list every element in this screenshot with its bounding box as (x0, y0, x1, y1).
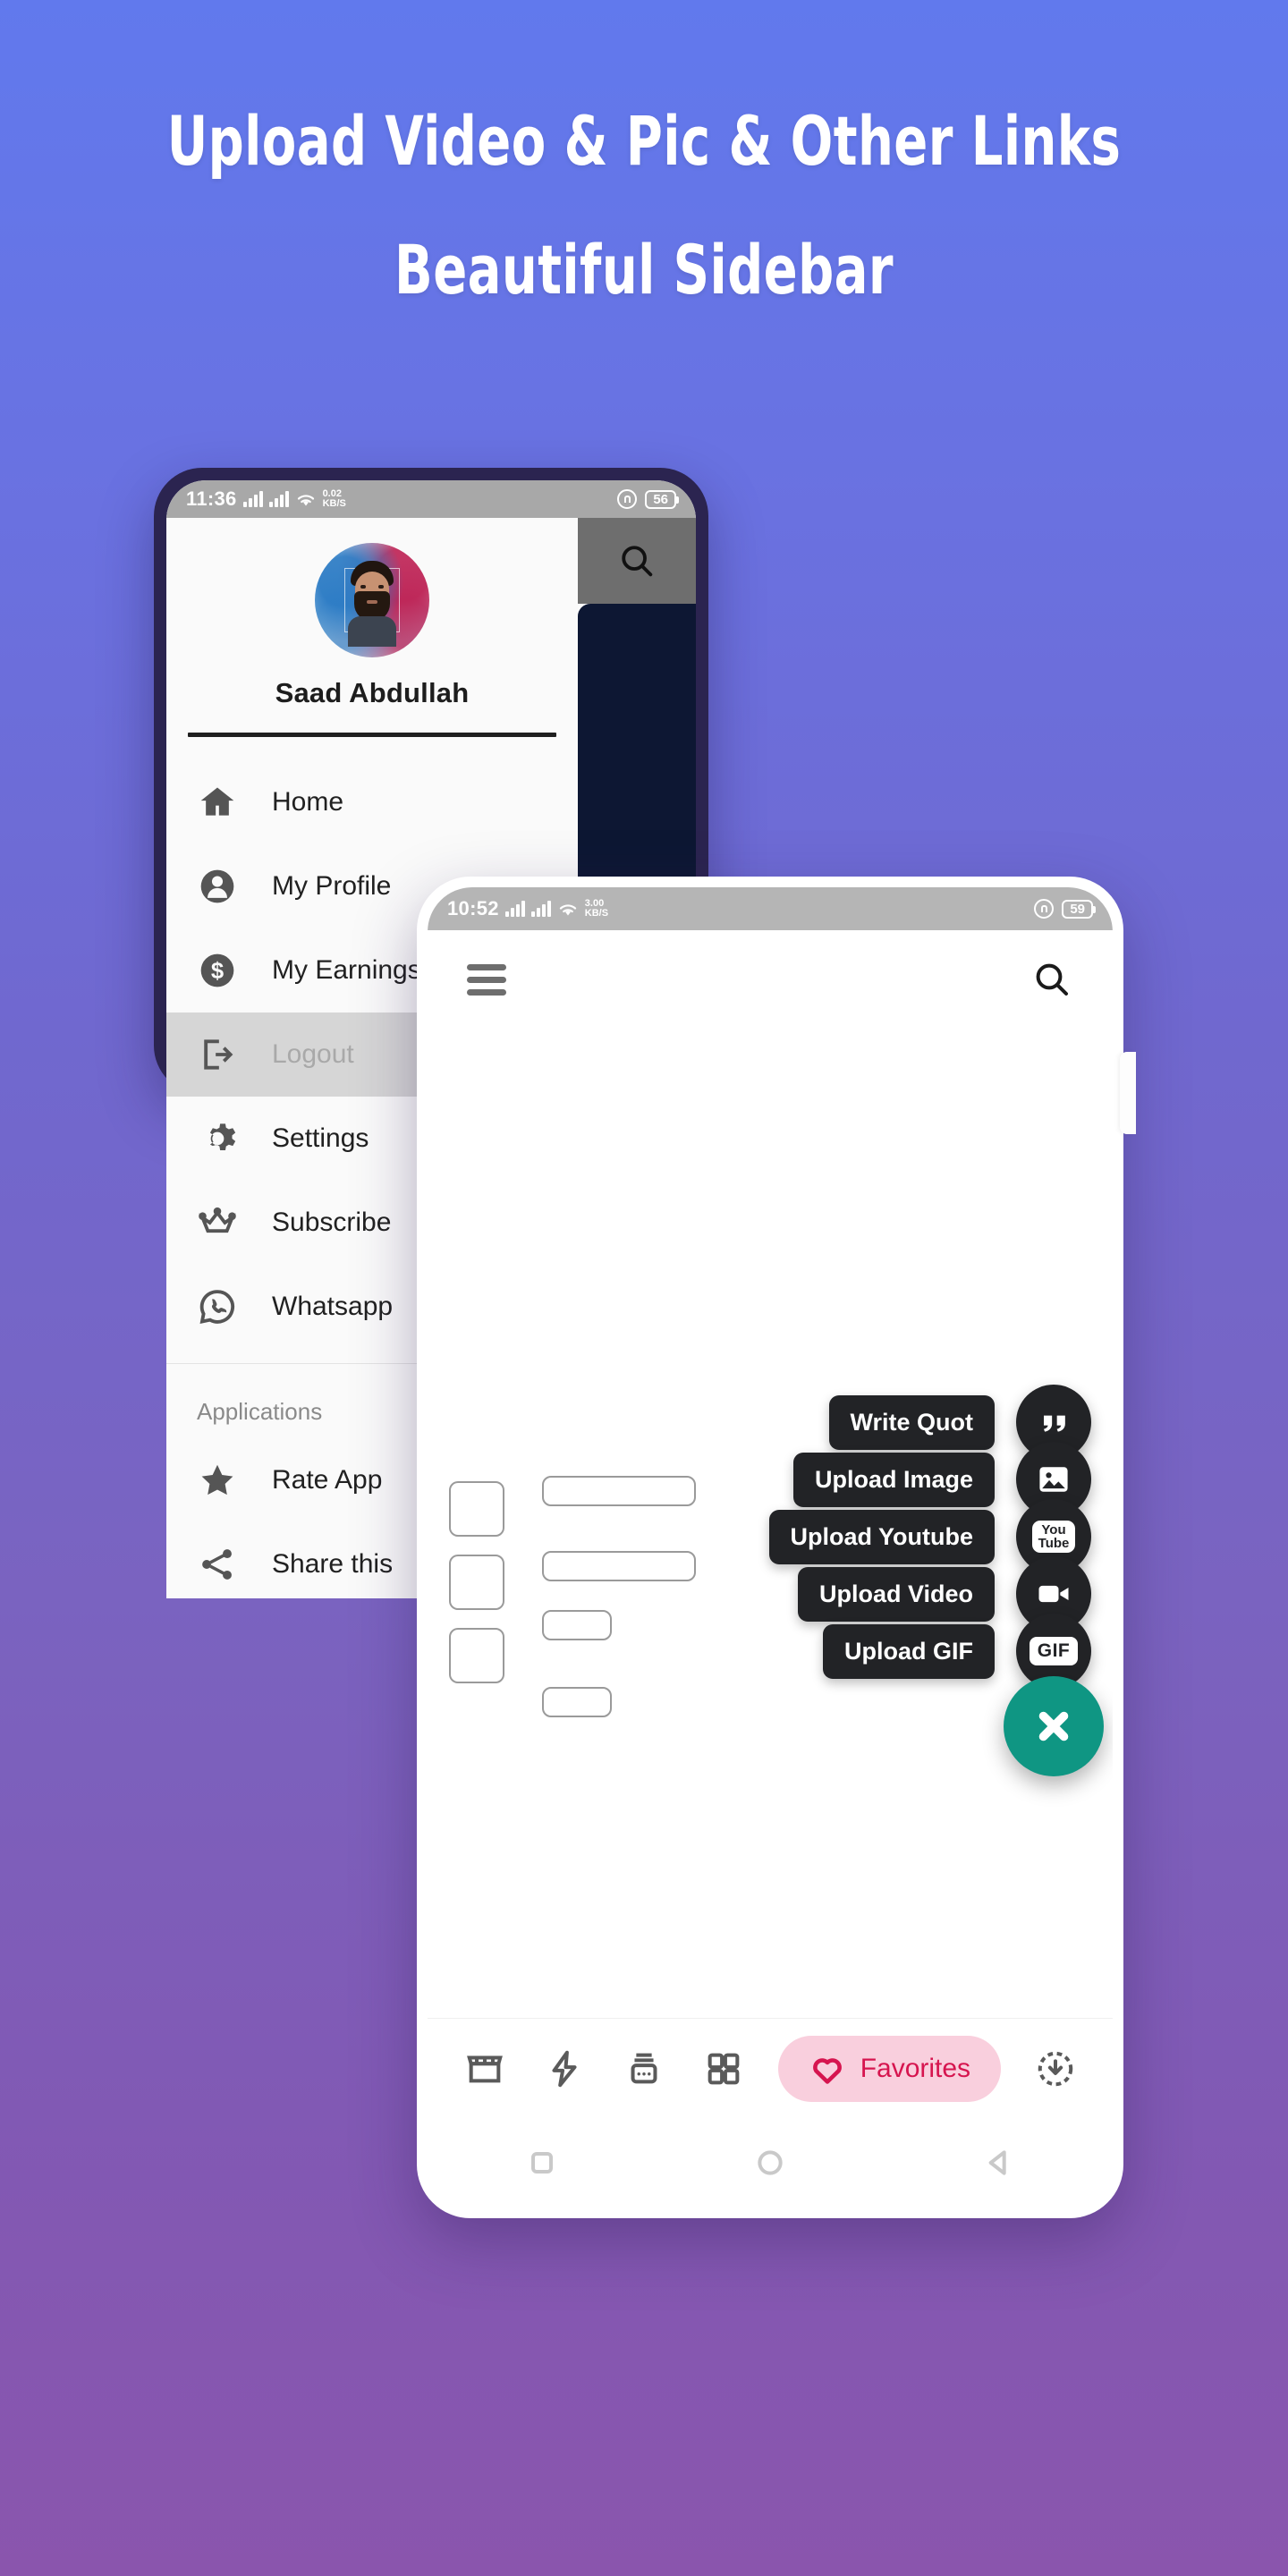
logout-icon (197, 1034, 238, 1075)
headline-line-1: Upload Video & Pic & Other Links (166, 101, 1122, 181)
phone1-search-bar[interactable] (578, 518, 696, 604)
bottom-nav-store[interactable] (460, 2044, 510, 2094)
crown-icon (197, 1202, 238, 1243)
search-icon (622, 546, 653, 577)
sidebar-item-label: Rate App (272, 1465, 383, 1495)
battery-level: 59 (1062, 899, 1096, 919)
phone-mockup-upload-menu: 10:52 3.00 KB/S 59 Write Quot Upload Ima… (417, 877, 1136, 2218)
fab-action-label: Upload GIF (823, 1623, 995, 1679)
circle-icon[interactable] (752, 2145, 788, 2181)
home-icon (197, 782, 238, 823)
status-time: 11:36 (186, 487, 237, 510)
bottom-nav-grid[interactable] (699, 2044, 749, 2094)
sidebar-item-label: My Earnings (272, 955, 421, 985)
signal-bars-icon-2 (530, 901, 551, 917)
app-bar (428, 930, 1113, 1029)
network-speed-unit: KB/S (584, 908, 609, 919)
svg-text:$: $ (211, 959, 224, 984)
skeleton-thumbnail (449, 1555, 504, 1610)
drawer-profile-header: Saad Abdullah (166, 518, 578, 737)
sidebar-item-label: Logout (272, 1039, 354, 1069)
skeleton-line (542, 1551, 696, 1581)
profile-name: Saad Abdullah (275, 677, 470, 708)
skeleton-line (542, 1476, 696, 1506)
gear-icon (197, 1118, 238, 1159)
scroll-handle[interactable] (1120, 1052, 1136, 1134)
skeleton-line (542, 1610, 612, 1640)
wifi-icon (297, 495, 314, 506)
download-circle-icon (1038, 2051, 1073, 2086)
sidebar-item-label: Home (272, 787, 344, 817)
whatsapp-icon (197, 1286, 238, 1327)
bottom-nav-downloads[interactable] (1030, 2044, 1080, 2094)
sidebar-item-home[interactable]: Home (166, 760, 578, 844)
grid-icon (708, 2053, 740, 2084)
headline-line-2: Beautiful Sidebar (394, 230, 894, 309)
star-icon (197, 1460, 238, 1501)
signal-bars-icon (242, 491, 263, 507)
lock-icon (617, 489, 638, 509)
store-icon (467, 2055, 503, 2082)
status-time: 10:52 (447, 897, 499, 919)
network-speed-value: 3.00 (584, 897, 605, 909)
android-system-nav (428, 2118, 1113, 2207)
fab-close-button[interactable] (1004, 1676, 1104, 1776)
back-triangle-icon[interactable] (980, 2145, 1016, 2181)
person-circle-icon (197, 866, 238, 907)
bottom-navigation: Favorites (428, 2018, 1113, 2118)
bottom-nav-flash[interactable] (539, 2044, 589, 2094)
network-speed: 3.00 KB/S (584, 897, 609, 919)
lightning-bolt-icon (552, 2050, 577, 2087)
sidebar-item-label: Share this (272, 1549, 394, 1579)
network-speed: 0.02 KB/S (322, 487, 346, 509)
avatar (315, 543, 429, 657)
bottom-nav-label: Favorites (860, 2053, 971, 2083)
sidebar-item-label: My Profile (272, 871, 392, 901)
content-area: Write Quot Upload Image Upload Youtube Y… (428, 1029, 1113, 2018)
skeleton-thumbnail (449, 1628, 504, 1683)
phone2-status-bar: 10:52 3.00 KB/S 59 (428, 887, 1113, 930)
signal-bars-icon (504, 901, 525, 917)
page-title: Upload Video & Pic & Other Links Beautif… (0, 107, 1288, 304)
phone1-status-bar: 11:36 0.02 KB/S 56 (166, 480, 696, 518)
network-speed-value: 0.02 (322, 487, 342, 499)
search-icon[interactable] (1030, 958, 1073, 1001)
phone2-screen: 10:52 3.00 KB/S 59 Write Quot Upload Ima… (428, 887, 1113, 2207)
lock-icon (1034, 899, 1055, 919)
hamburger-menu-icon[interactable] (467, 963, 506, 996)
battery-level: 56 (645, 489, 679, 509)
skeleton-line (542, 1687, 612, 1717)
archive-box-icon (631, 2053, 657, 2083)
bottom-nav-archive[interactable] (619, 2044, 669, 2094)
share-icon (197, 1544, 238, 1585)
network-speed-unit: KB/S (322, 498, 346, 509)
sidebar-item-label: Whatsapp (272, 1292, 394, 1321)
dollar-circle-icon: $ (197, 950, 238, 991)
wifi-icon (559, 904, 576, 916)
sidebar-item-label: Settings (272, 1123, 369, 1153)
square-icon[interactable] (524, 2145, 560, 2181)
heart-icon (812, 2057, 842, 2084)
close-icon (1038, 1711, 1069, 1741)
skeleton-thumbnail (449, 1481, 504, 1537)
sidebar-item-label: Subscribe (272, 1208, 392, 1237)
bottom-nav-favorites[interactable]: Favorites (777, 2035, 1002, 2102)
signal-bars-icon-2 (268, 491, 289, 507)
